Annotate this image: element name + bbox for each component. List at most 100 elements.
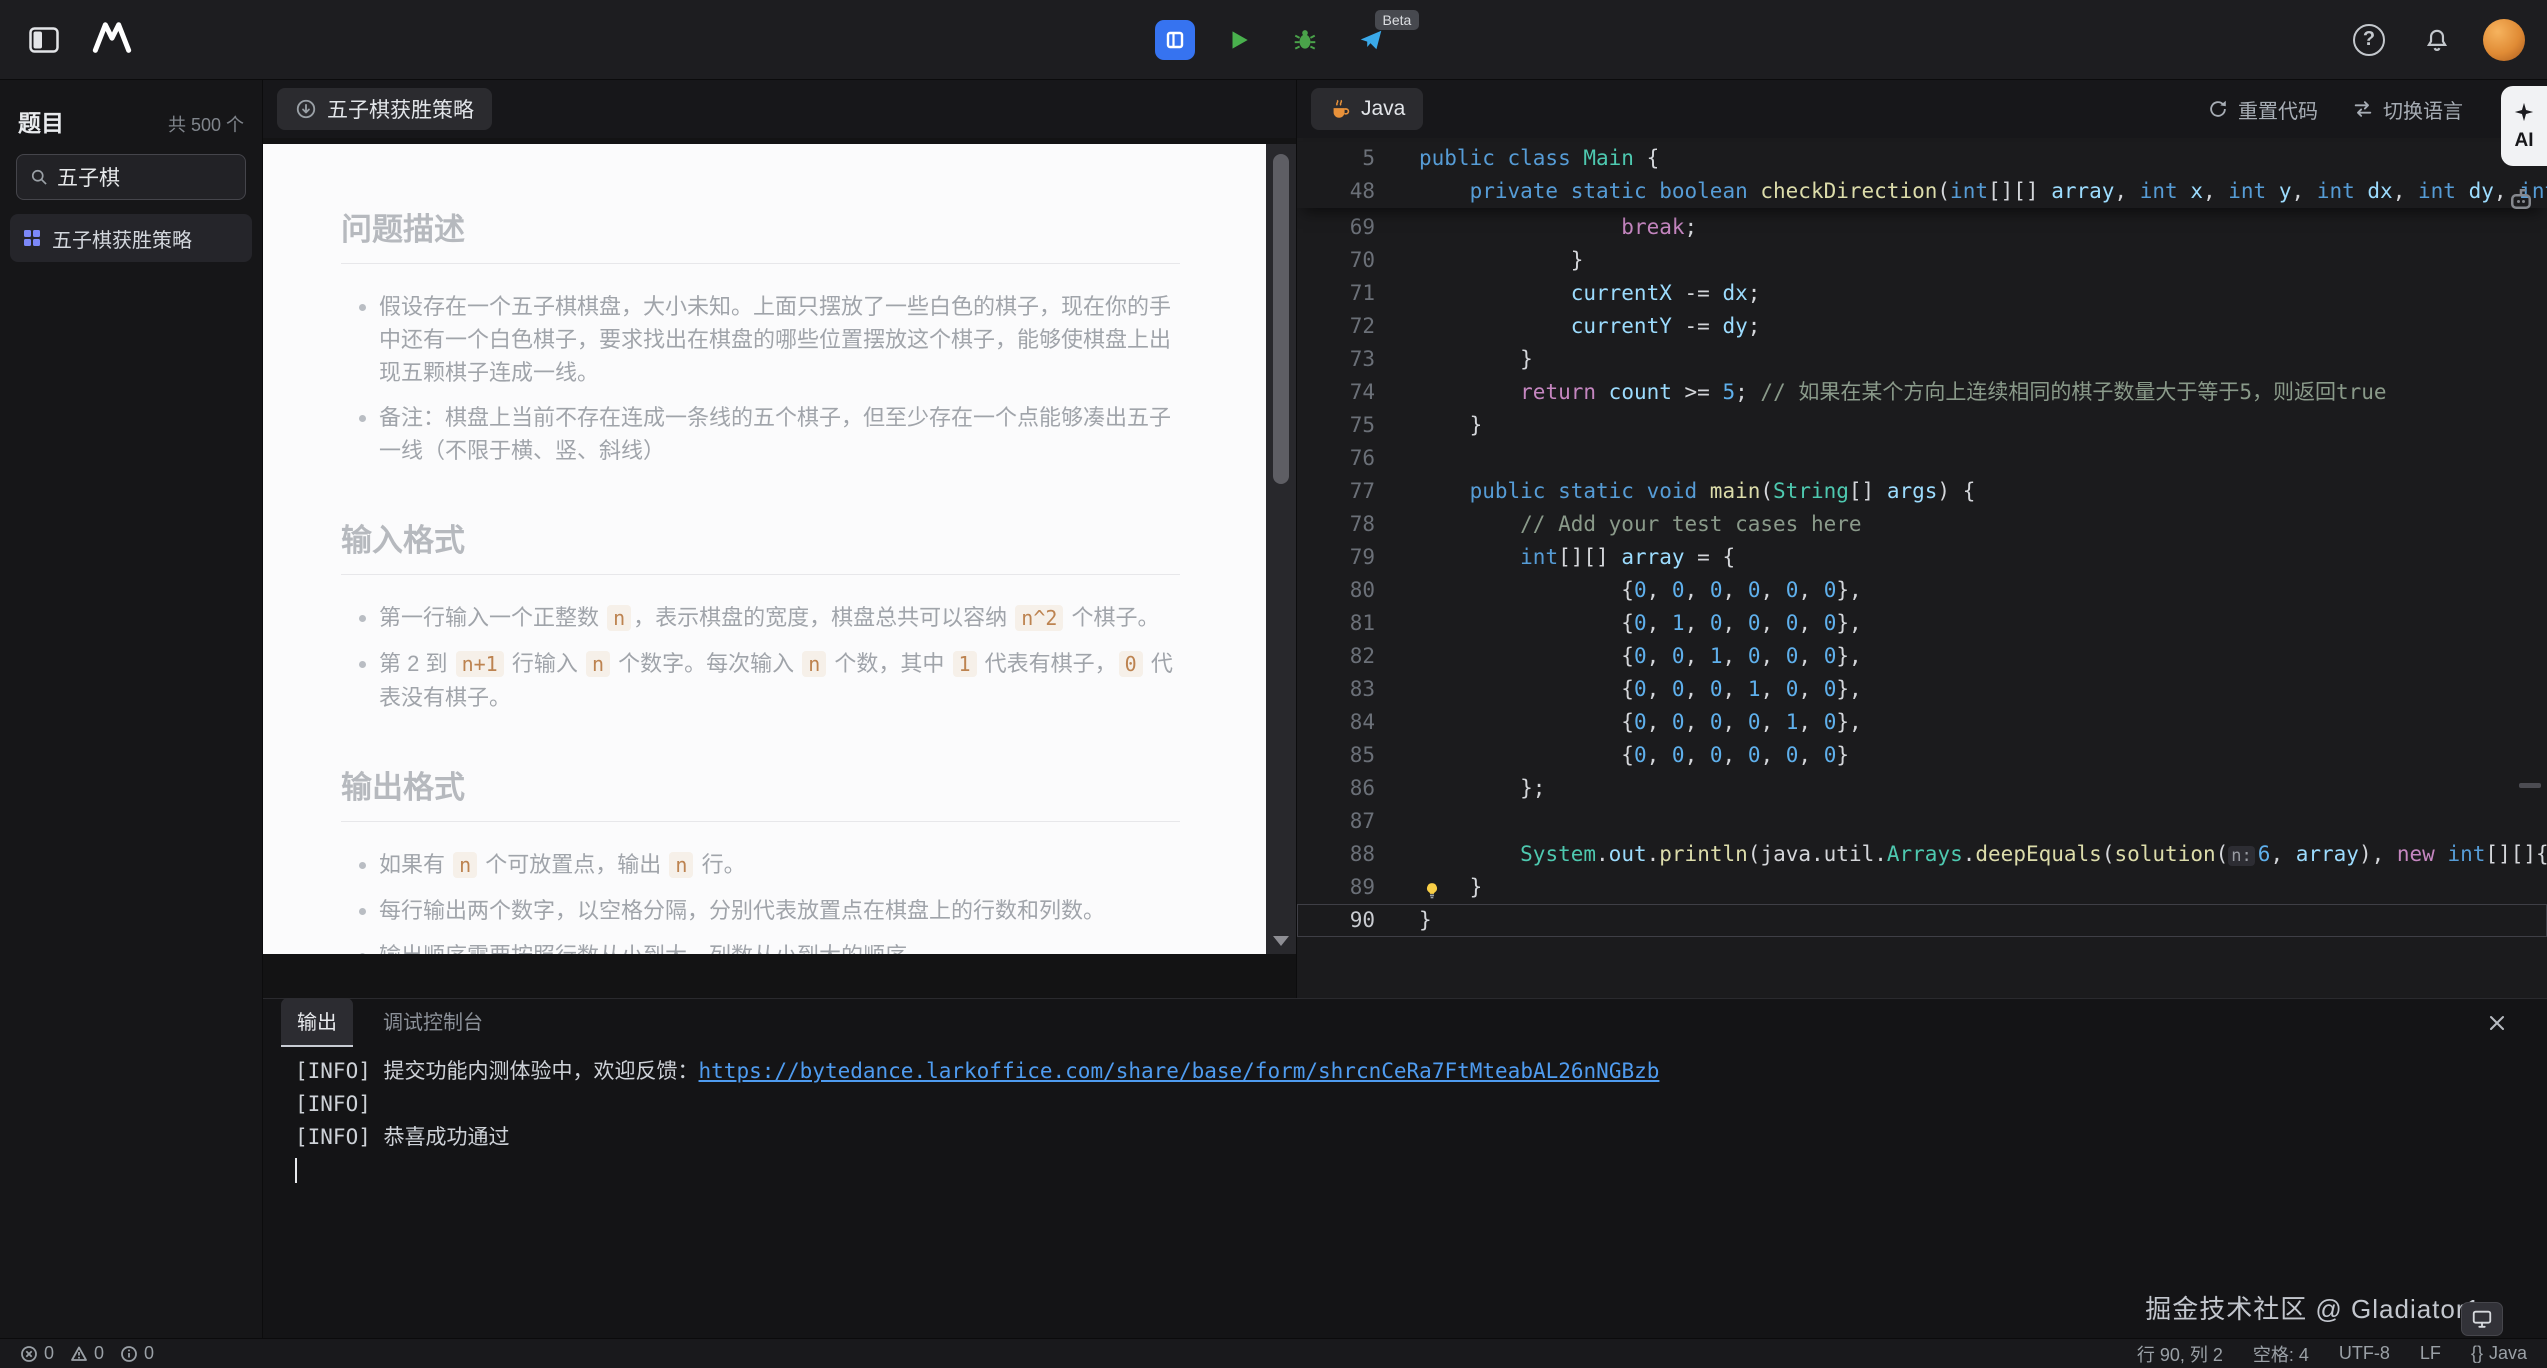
line-number[interactable]: 69 <box>1297 211 1419 244</box>
code-content[interactable]: public class Main { <box>1419 142 2547 175</box>
tab-java[interactable]: Java <box>1311 88 1423 130</box>
code-content[interactable] <box>1419 442 2547 475</box>
code-line[interactable]: 74 return count >= 5; // 如果在某个方向上连续相同的棋子… <box>1297 376 2547 409</box>
code-line[interactable]: 76 <box>1297 442 2547 475</box>
line-number[interactable]: 73 <box>1297 343 1419 376</box>
code-line[interactable]: 82 {0, 0, 1, 0, 0, 0}, <box>1297 640 2547 673</box>
code-content[interactable]: {0, 0, 0, 1, 0, 0}, <box>1419 673 2547 706</box>
tab-debug-console[interactable]: 调试控制台 <box>367 998 499 1047</box>
help-button[interactable]: ? <box>2347 18 2391 62</box>
code-editor[interactable]: 5public class Main {48 private static bo… <box>1297 138 2547 998</box>
line-number[interactable]: 90 <box>1297 904 1419 937</box>
code-content[interactable]: {0, 0, 0, 0, 0, 0} <box>1419 739 2547 772</box>
problem-tab[interactable]: 五子棋获胜策略 <box>277 88 492 130</box>
lightbulb-icon[interactable] <box>1423 877 1441 895</box>
encoding[interactable]: UTF-8 <box>2339 1343 2390 1364</box>
line-number[interactable]: 74 <box>1297 376 1419 409</box>
line-number[interactable]: 85 <box>1297 739 1419 772</box>
sidebar-item-problem[interactable]: 五子棋获胜策略 <box>10 214 252 262</box>
user-avatar[interactable] <box>2483 19 2525 61</box>
code-content[interactable]: {0, 0, 0, 0, 0, 0}, <box>1419 574 2547 607</box>
code-content[interactable]: public static void main(String[] args) { <box>1419 475 2547 508</box>
indent-setting[interactable]: 空格: 4 <box>2253 1341 2309 1367</box>
code-line[interactable]: 75 } <box>1297 409 2547 442</box>
line-number[interactable]: 80 <box>1297 574 1419 607</box>
code-line[interactable]: 87 <box>1297 805 2547 838</box>
eol-setting[interactable]: LF <box>2420 1343 2441 1364</box>
info-count[interactable]: 0 <box>120 1343 154 1364</box>
code-content[interactable]: currentY -= dy; <box>1419 310 2547 343</box>
search-box[interactable] <box>16 154 246 200</box>
line-number[interactable]: 78 <box>1297 508 1419 541</box>
code-line[interactable]: 77 public static void main(String[] args… <box>1297 475 2547 508</box>
code-content[interactable]: }; <box>1419 772 2547 805</box>
code-line[interactable]: 71 currentX -= dx; <box>1297 277 2547 310</box>
code-content[interactable]: return count >= 5; // 如果在某个方向上连续相同的棋子数量大… <box>1419 376 2547 409</box>
scrollbar-mark[interactable] <box>2519 783 2541 788</box>
line-number[interactable]: 72 <box>1297 310 1419 343</box>
code-content[interactable]: int[][] array = { <box>1419 541 2547 574</box>
error-count[interactable]: 0 <box>20 1343 54 1364</box>
code-line[interactable]: 89 } <box>1297 871 2547 904</box>
line-number[interactable]: 75 <box>1297 409 1419 442</box>
line-number[interactable]: 89 <box>1297 871 1419 904</box>
line-number[interactable]: 81 <box>1297 607 1419 640</box>
code-line[interactable]: 48 private static boolean checkDirection… <box>1297 175 2547 208</box>
robot-button[interactable] <box>2501 184 2547 214</box>
code-line[interactable]: 81 {0, 1, 0, 0, 0, 0}, <box>1297 607 2547 640</box>
notifications-button[interactable] <box>2415 18 2459 62</box>
line-number[interactable]: 83 <box>1297 673 1419 706</box>
language-mode[interactable]: {} Java <box>2471 1343 2527 1364</box>
code-content[interactable]: } <box>1419 343 2547 376</box>
reset-code-button[interactable]: 重置代码 <box>2207 95 2318 124</box>
code-line[interactable]: 79 int[][] array = { <box>1297 541 2547 574</box>
scrollbar-down-arrow[interactable] <box>1273 936 1289 946</box>
switch-language-button[interactable]: 切换语言 <box>2352 95 2463 124</box>
submit-button[interactable]: Beta <box>1349 18 1393 62</box>
line-number[interactable]: 79 <box>1297 541 1419 574</box>
code-line[interactable]: 90} <box>1297 904 2547 937</box>
line-number[interactable]: 84 <box>1297 706 1419 739</box>
code-line[interactable]: 84 {0, 0, 0, 0, 1, 0}, <box>1297 706 2547 739</box>
code-content[interactable]: {0, 0, 0, 0, 1, 0}, <box>1419 706 2547 739</box>
line-number[interactable]: 71 <box>1297 277 1419 310</box>
code-content[interactable]: } <box>1419 871 2547 904</box>
code-content[interactable]: System.out.println(java.util.Arrays.deep… <box>1419 838 2547 871</box>
line-number[interactable]: 76 <box>1297 442 1419 475</box>
monitor-button[interactable] <box>2461 1302 2503 1336</box>
layout-button[interactable] <box>1155 20 1195 60</box>
line-number[interactable]: 82 <box>1297 640 1419 673</box>
line-number[interactable]: 5 <box>1297 142 1419 175</box>
code-content[interactable]: } <box>1419 409 2547 442</box>
code-line[interactable]: 69 break; <box>1297 211 2547 244</box>
line-number[interactable]: 86 <box>1297 772 1419 805</box>
code-line[interactable]: 86 }; <box>1297 772 2547 805</box>
console-close-button[interactable] <box>2479 1005 2515 1041</box>
run-button[interactable] <box>1217 18 1261 62</box>
code-content[interactable]: currentX -= dx; <box>1419 277 2547 310</box>
code-line[interactable]: 70 } <box>1297 244 2547 277</box>
line-number[interactable]: 88 <box>1297 838 1419 871</box>
debug-button[interactable] <box>1283 18 1327 62</box>
line-number[interactable]: 48 <box>1297 175 1419 208</box>
feedback-link[interactable]: https://bytedance.larkoffice.com/share/b… <box>699 1059 1660 1083</box>
code-line[interactable]: 88 System.out.println(java.util.Arrays.d… <box>1297 838 2547 871</box>
cursor-position[interactable]: 行 90, 列 2 <box>2137 1341 2223 1367</box>
ai-assistant-button[interactable]: AI <box>2501 86 2547 166</box>
code-line[interactable]: 73 } <box>1297 343 2547 376</box>
scrollbar-thumb[interactable] <box>1273 154 1289 484</box>
code-line[interactable]: 83 {0, 0, 0, 1, 0, 0}, <box>1297 673 2547 706</box>
code-line[interactable]: 72 currentY -= dy; <box>1297 310 2547 343</box>
code-line[interactable]: 85 {0, 0, 0, 0, 0, 0} <box>1297 739 2547 772</box>
code-content[interactable]: } <box>1419 904 2547 937</box>
code-content[interactable]: {0, 1, 0, 0, 0, 0}, <box>1419 607 2547 640</box>
problem-scrollbar[interactable] <box>1266 144 1296 954</box>
code-content[interactable]: break; <box>1419 211 2547 244</box>
line-number[interactable]: 77 <box>1297 475 1419 508</box>
code-content[interactable]: // Add your test cases here <box>1419 508 2547 541</box>
code-content[interactable]: private static boolean checkDirection(in… <box>1419 175 2547 208</box>
tab-output[interactable]: 输出 <box>281 998 353 1047</box>
line-number[interactable]: 70 <box>1297 244 1419 277</box>
code-content[interactable]: {0, 0, 1, 0, 0, 0}, <box>1419 640 2547 673</box>
statusbar-problems[interactable]: 0 0 0 <box>20 1343 154 1364</box>
